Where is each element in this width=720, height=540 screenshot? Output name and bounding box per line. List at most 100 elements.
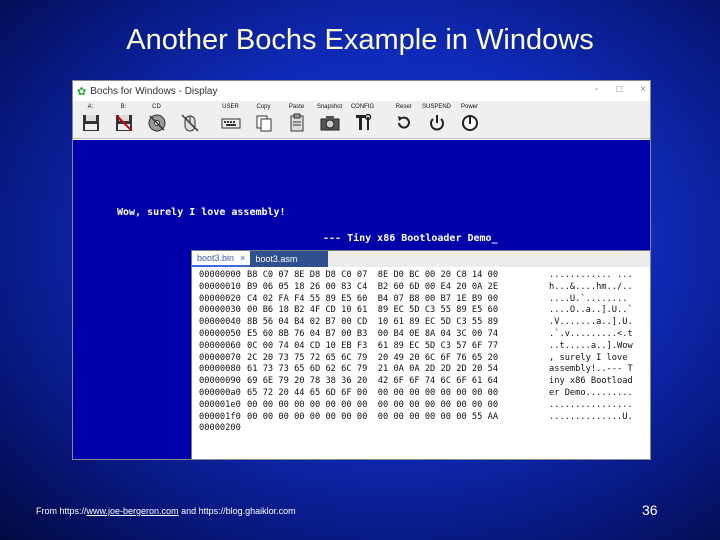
user-button[interactable]: USER	[216, 103, 245, 138]
paste-button[interactable]: Paste	[282, 103, 311, 138]
snapshot-button[interactable]: Snapshot	[315, 103, 344, 138]
hex-address: 00000030	[199, 305, 241, 316]
slide-title: Another Bochs Example in Windows	[126, 24, 594, 56]
hex-row: 00000050 E5 60 8B 76 04 B7 00 B3 00 B4 0E…	[199, 328, 650, 341]
maximize-button[interactable]: □	[616, 84, 622, 95]
hex-bytes: 2C 20 73 75 72 65 6C 79 20 49 20 6C 6F 7…	[247, 352, 499, 363]
hex-address: 00000080	[199, 364, 241, 375]
snapshot-label: Snapshot	[316, 104, 343, 110]
reset-icon	[397, 116, 410, 129]
hex-address: 00000020	[199, 293, 241, 304]
hex-ascii: ....O..a..].U..`	[549, 305, 633, 316]
hex-ascii: ............ ...	[549, 270, 633, 280]
hex-row: 00000020 C4 02 FA F4 55 89 E5 60 B4 07 B8…	[199, 293, 650, 306]
close-button[interactable]: ×	[640, 84, 646, 95]
hex-ascii: ..............U.	[549, 411, 633, 422]
cdrom-button[interactable]: CD	[142, 103, 171, 138]
hex-ascii: ....U.`........	[549, 293, 628, 304]
minimize-button[interactable]: -	[595, 84, 598, 95]
bochs-app-icon: ✿	[77, 85, 87, 98]
hex-row: 000001e0 00 00 00 00 00 00 00 00 00 00 00…	[199, 399, 650, 412]
hex-address: 000000a0	[199, 387, 241, 398]
copy-icon	[256, 115, 271, 132]
hex-bytes: 61 73 73 65 6D 62 6C 79 21 0A 0A 2D 2D 2…	[247, 364, 499, 375]
hex-address: 00000000	[199, 270, 241, 280]
hex-ascii: assembly!..--- T	[549, 364, 633, 375]
config-button[interactable]: CONFIG	[348, 103, 377, 138]
footer-link[interactable]: www.joe-bergeron.com	[87, 506, 179, 516]
power-button[interactable]: Power	[455, 103, 484, 138]
hex-row: 00000040 8B 56 04 B4 02 B7 00 CD 10 61 89…	[199, 317, 650, 329]
hex-editor-panel: boot3.bin × boot3.asm 00000000 B8 C0 07 8…	[191, 250, 650, 459]
close-tab-icon[interactable]: ×	[240, 253, 245, 263]
hex-bytes: E5 60 8B 76 04 B7 00 B3 00 B4 0E 8A 04 3…	[247, 328, 499, 339]
hex-bytes: 0C 00 74 04 CD 10 EB F3 61 89 EC 5D C3 5…	[247, 340, 499, 351]
hex-address: 00000010	[199, 281, 241, 292]
hex-row: 00000200	[199, 423, 650, 435]
footer-suffix: and https://blog.ghaiklor.com	[178, 506, 296, 516]
user-label: USER	[222, 104, 239, 110]
hex-row: 000000a0 65 72 20 44 65 6D 6F 00 00 00 00…	[199, 387, 650, 400]
config-label: CONFIG	[350, 104, 375, 110]
window-title: Bochs for Windows - Display	[90, 85, 218, 97]
hex-address: 00000200	[199, 423, 241, 434]
hex-ascii: , surely I love	[549, 352, 633, 363]
reset-button[interactable]: Reset	[389, 103, 418, 138]
floppy-b-icon	[115, 115, 132, 131]
hex-bytes: B8 C0 07 8E D8 D8 C0 07 8E D0 BC 00 20 C…	[247, 270, 499, 280]
hex-bytes: C4 02 FA F4 55 89 E5 60 B4 07 B8 00 B7 1…	[247, 293, 499, 304]
copy-button[interactable]: Copy	[249, 103, 278, 138]
hex-bytes: B9 06 05 18 26 00 83 C4 B2 60 6D 00 E4 2…	[247, 281, 499, 292]
tab-boot3-asm[interactable]: boot3.asm	[250, 251, 329, 267]
floppy-a-button[interactable]: A:	[76, 103, 105, 138]
hex-address: 000001f0	[199, 411, 241, 422]
hex-row: 00000030 00 B6 18 B2 4F CD 10 61 89 EC 5D…	[199, 305, 650, 317]
hex-ascii: .V.......a..].U.	[549, 317, 633, 328]
reset-label: Reset	[395, 104, 412, 110]
tab-label: boot3.asm	[255, 254, 298, 264]
hex-dump: 00000000 B8 C0 07 8E D8 D8 C0 07 8E D0 BC…	[192, 267, 650, 435]
footer-prefix: From https://	[36, 506, 87, 516]
hex-bytes: 00 00 00 00 00 00 00 00 00 00 00 00 00 0…	[247, 411, 499, 422]
tab-label: boot3.bin	[197, 253, 235, 263]
editor-tabs: boot3.bin × boot3.asm	[192, 251, 650, 267]
hex-ascii	[549, 423, 645, 435]
emulator-display[interactable]: Wow, surely I love assembly! --- Tiny x8…	[73, 140, 650, 459]
hex-ascii: ................	[549, 399, 633, 410]
hex-row: 000001f0 00 00 00 00 00 00 00 00 00 00 00…	[199, 411, 650, 424]
display-line-1: Wow, surely I love assembly!	[117, 207, 286, 218]
paste-icon	[290, 113, 303, 132]
cdrom-icon	[148, 114, 165, 132]
suspend-button[interactable]: SUSPEND	[422, 103, 451, 138]
bochs-window: ✿ Bochs for Windows - Display - □ × A: B…	[72, 80, 651, 460]
hex-ascii: h...&....hm../..	[549, 281, 633, 292]
hex-bytes: 8B 56 04 B4 02 B7 00 CD 10 61 89 EC 5D C…	[247, 317, 499, 328]
hex-address: 00000040	[199, 317, 241, 328]
bochs-toolbar: A: B: CD USER Copy Paste Snapshot CONFIG…	[73, 101, 650, 139]
hex-address: 00000060	[199, 340, 241, 351]
power-label: Power	[460, 104, 478, 110]
hex-bytes: 00 00 00 00 00 00 00 00 00 00 00 00 00 0…	[247, 399, 499, 410]
hex-address: 00000090	[199, 376, 241, 387]
window-controls: - □ ×	[595, 84, 646, 95]
tab-boot3-bin[interactable]: boot3.bin ×	[192, 251, 251, 267]
mouse-button[interactable]	[175, 103, 204, 138]
suspend-icon	[429, 115, 444, 131]
floppy-a-label: A:	[87, 104, 94, 110]
hex-address: 00000070	[199, 352, 241, 363]
config-icon	[355, 113, 371, 130]
hex-bytes: 69 6E 79 20 78 38 36 20 42 6F 6F 74 6C 6…	[247, 376, 499, 387]
hex-bytes: 00 B6 18 B2 4F CD 10 61 89 EC 5D C3 55 8…	[247, 305, 499, 316]
hex-row: 00000070 2C 20 73 75 72 65 6C 79 20 49 20…	[199, 352, 650, 365]
copy-label: Copy	[256, 104, 271, 110]
hex-row: 00000090 69 6E 79 20 78 38 36 20 42 6F 6F…	[199, 376, 650, 388]
mouse-icon	[180, 114, 199, 132]
hex-ascii: iny x86 Bootload	[549, 376, 633, 387]
paste-label: Paste	[288, 104, 305, 110]
floppy-b-label: B:	[120, 104, 127, 110]
cdrom-label: CD	[152, 104, 161, 110]
floppy-b-button[interactable]: B:	[109, 103, 138, 138]
hex-ascii: .`.v.........<.t	[549, 328, 633, 339]
slide-footer: From https://www.joe-bergeron.com and ht…	[36, 506, 296, 516]
hex-bytes: 65 72 20 44 65 6D 6F 00 00 00 00 00 00 0…	[247, 387, 499, 398]
